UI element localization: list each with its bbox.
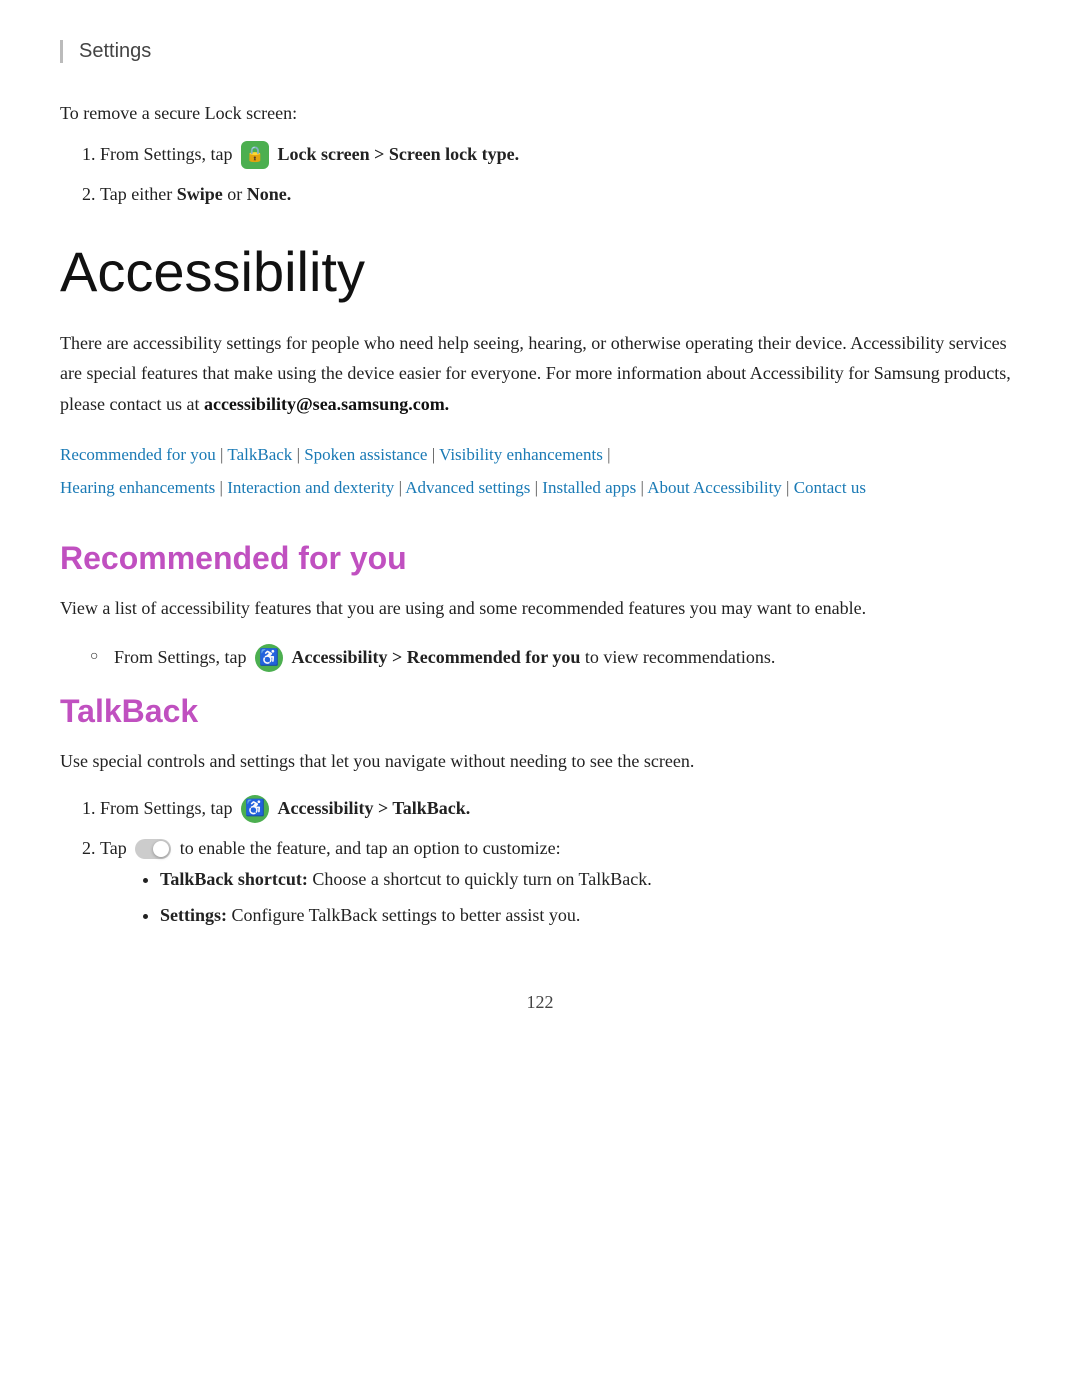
nav-sep-7: | (530, 478, 542, 497)
recommended-description: View a list of accessibility features th… (60, 593, 1020, 624)
accessibility-icon-recommended (255, 644, 283, 672)
nav-link-contact[interactable]: Contact us (794, 478, 866, 497)
intro-section: To remove a secure Lock screen: From Set… (60, 103, 1020, 209)
nav-sep-3: | (427, 445, 439, 464)
nav-sep-1: | (216, 445, 228, 464)
talkback-heading: TalkBack (60, 693, 1020, 730)
talkback-bullet-settings: Settings: Configure TalkBack settings to… (160, 899, 1020, 931)
talkback-shortcut-text: Choose a shortcut to quickly turn on Tal… (312, 869, 651, 889)
talkback-shortcut-bold: TalkBack shortcut: (160, 869, 308, 889)
nav-link-visibility[interactable]: Visibility enhancements (439, 445, 603, 464)
nav-sep-9: | (782, 478, 794, 497)
nav-link-about[interactable]: About Accessibility (647, 478, 782, 497)
talkback-step-2: Tap to enable the feature, and tap an op… (100, 834, 1020, 932)
accessibility-email[interactable]: accessibility@sea.samsung.com. (204, 394, 449, 414)
nav-link-installed[interactable]: Installed apps (542, 478, 636, 497)
recommended-step-bold: Accessibility > Recommended for you (292, 647, 581, 667)
intro-remove-lock-text: To remove a secure Lock screen: (60, 103, 1020, 124)
intro-step-1: From Settings, tap Lock screen > Screen … (100, 140, 1020, 170)
talkback-section: TalkBack Use special controls and settin… (60, 693, 1020, 932)
recommended-section: Recommended for you View a list of acces… (60, 540, 1020, 672)
nav-link-talkback[interactable]: TalkBack (227, 445, 292, 464)
nav-sep-8: | (636, 478, 647, 497)
header-title: Settings (79, 40, 151, 62)
nav-sep-5: | (215, 478, 227, 497)
nav-link-spoken[interactable]: Spoken assistance (304, 445, 427, 464)
swipe-text: Swipe (177, 184, 223, 204)
nav-links-container: Recommended for you | TalkBack | Spoken … (60, 439, 1020, 504)
page-header: Settings (60, 40, 1020, 63)
talkback-description: Use special controls and settings that l… (60, 746, 1020, 777)
talkback-settings-text: Configure TalkBack settings to better as… (232, 905, 581, 925)
talkback-settings-bold: Settings: (160, 905, 227, 925)
toggle-switch-icon (135, 839, 171, 859)
talkback-bullet-shortcut: TalkBack shortcut: Choose a shortcut to … (160, 863, 1020, 895)
lock-screen-icon (241, 141, 269, 169)
accessibility-title: Accessibility (60, 239, 1020, 304)
nav-sep-6: | (394, 478, 405, 497)
recommended-step-1: From Settings, tap Accessibility > Recom… (90, 642, 1020, 673)
intro-step-1-bold: Lock screen > Screen lock type. (278, 144, 520, 164)
nav-sep-2: | (292, 445, 304, 464)
nav-link-interaction[interactable]: Interaction and dexterity (227, 478, 394, 497)
accessibility-icon-talkback (241, 795, 269, 823)
none-text: None. (247, 184, 292, 204)
nav-sep-4: | (603, 445, 611, 464)
talkback-step-1: From Settings, tap Accessibility > TalkB… (100, 794, 1020, 824)
talkback-steps-list: From Settings, tap Accessibility > TalkB… (100, 794, 1020, 931)
nav-link-hearing[interactable]: Hearing enhancements (60, 478, 215, 497)
recommended-steps-list: From Settings, tap Accessibility > Recom… (90, 642, 1020, 673)
accessibility-desc-text: There are accessibility settings for peo… (60, 333, 1011, 414)
talkback-subbullets: TalkBack shortcut: Choose a shortcut to … (160, 863, 1020, 932)
intro-steps-list: From Settings, tap Lock screen > Screen … (100, 140, 1020, 209)
accessibility-description: There are accessibility settings for peo… (60, 328, 1020, 420)
recommended-heading: Recommended for you (60, 540, 1020, 577)
nav-link-advanced[interactable]: Advanced settings (405, 478, 530, 497)
page-number: 122 (60, 992, 1020, 1013)
nav-link-recommended[interactable]: Recommended for you (60, 445, 216, 464)
intro-step-2: Tap either Swipe or None. (100, 180, 1020, 209)
talkback-step-1-bold: Accessibility > TalkBack. (278, 798, 471, 818)
